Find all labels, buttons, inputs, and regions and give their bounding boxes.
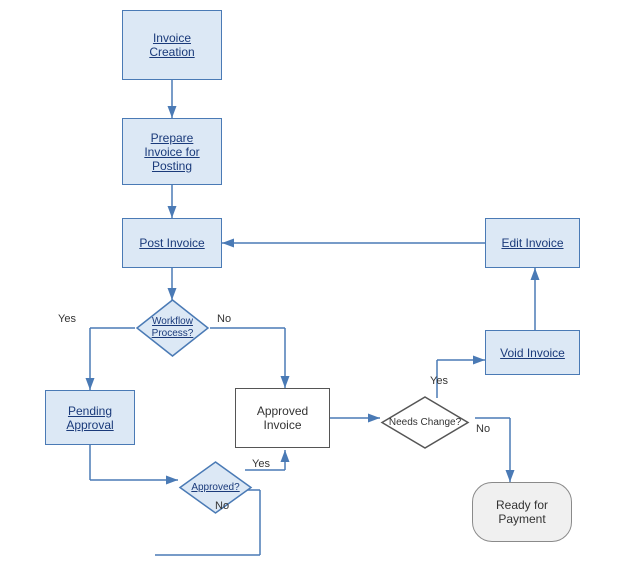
yes-workflow-label: Yes <box>58 313 76 325</box>
invoice-creation-label: Invoice Creation <box>149 31 194 59</box>
approved-invoice-node: Approved Invoice <box>235 388 330 448</box>
ready-for-payment-label: Ready for Payment <box>496 498 548 526</box>
needs-change-label: Needs Change? <box>389 417 461 428</box>
yes-approved-label: Yes <box>252 458 270 470</box>
yes-needs-change-label: Yes <box>430 375 448 387</box>
edit-invoice-node: Edit Invoice <box>485 218 580 268</box>
post-invoice-node: Post Invoice <box>122 218 222 268</box>
pending-approval-label: Pending Approval <box>66 404 113 432</box>
invoice-creation-node: Invoice Creation <box>122 10 222 80</box>
prepare-invoice-label: Prepare Invoice for Posting <box>144 131 199 173</box>
no-needs-change-label: No <box>476 423 490 435</box>
void-invoice-label: Void Invoice <box>500 346 565 360</box>
approved-invoice-label: Approved Invoice <box>257 404 308 432</box>
edit-invoice-label: Edit Invoice <box>501 236 563 250</box>
approved-diamond-label: Approved? <box>191 482 239 493</box>
prepare-invoice-node: Prepare Invoice for Posting <box>122 118 222 185</box>
ready-for-payment-node: Ready for Payment <box>472 482 572 542</box>
workflow-process-label: Workflow Process? <box>152 316 194 340</box>
workflow-process-node: Workflow Process? <box>135 298 210 358</box>
needs-change-node: Needs Change? <box>380 395 470 450</box>
no-approved-label: No <box>215 500 229 512</box>
void-invoice-node: Void Invoice <box>485 330 580 375</box>
pending-approval-node: Pending Approval <box>45 390 135 445</box>
post-invoice-label: Post Invoice <box>139 236 204 250</box>
no-workflow-label: No <box>217 313 231 325</box>
